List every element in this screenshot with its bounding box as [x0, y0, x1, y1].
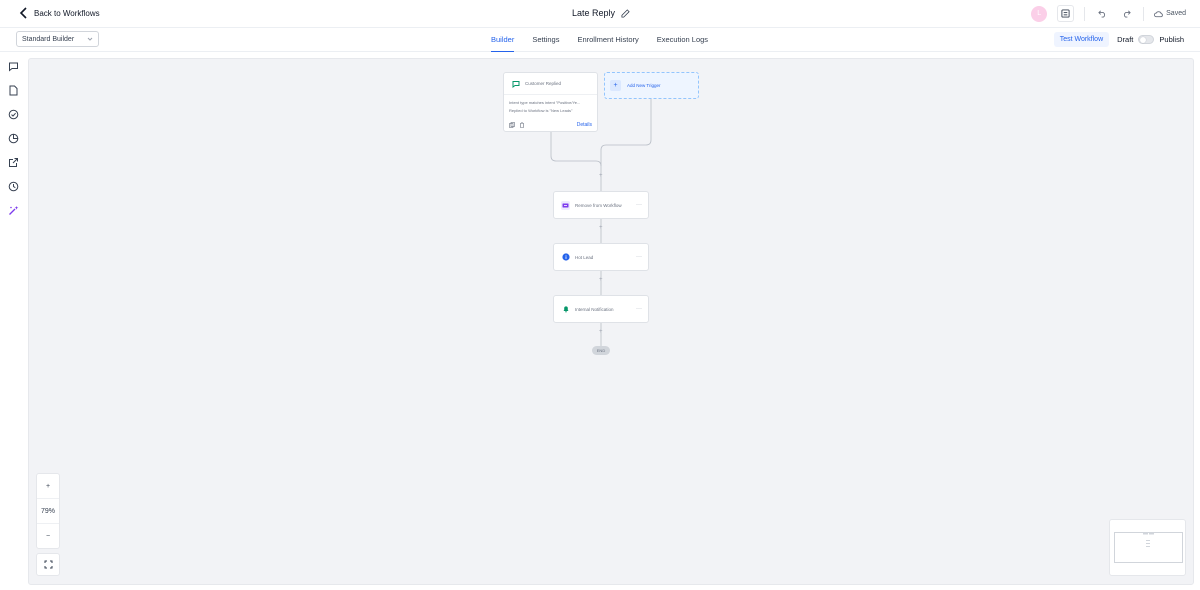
zoom-controls: + 79% − [36, 473, 60, 549]
zoom-in-button[interactable]: + [37, 474, 59, 499]
trigger-condition-2: Replied to Workflow is "New Leads" [509, 108, 573, 113]
tabs: Builder Settings Enrollment History Exec… [491, 28, 708, 52]
tab-settings[interactable]: Settings [532, 28, 559, 51]
more-options-icon[interactable]: ··· [636, 254, 642, 260]
details-link[interactable]: Details [577, 122, 592, 128]
add-step-plus-icon[interactable]: + [599, 277, 603, 283]
undo-icon [1097, 10, 1105, 18]
external-link-icon[interactable] [8, 157, 19, 168]
expand-icon [44, 560, 52, 569]
publish-label: Publish [1159, 35, 1184, 44]
chat-reply-icon [512, 80, 520, 88]
trigger-footer: Details [509, 122, 592, 128]
saved-label: Saved [1166, 10, 1186, 17]
template-icon [1061, 9, 1070, 18]
redo-icon [1123, 10, 1131, 18]
action-node-hot-lead[interactable]: Hot Lead ··· [553, 243, 649, 271]
more-options-icon[interactable]: ··· [636, 306, 642, 312]
add-trigger-label: Add New Trigger [627, 83, 661, 88]
chevron-left-icon [19, 7, 27, 19]
add-new-trigger-button[interactable]: + Add New Trigger [604, 72, 699, 99]
trash-icon[interactable] [519, 122, 525, 128]
left-sidebar [0, 52, 28, 590]
zoom-level: 79% [37, 499, 59, 524]
action-label: Remove from Workflow [575, 202, 622, 208]
action-node-remove-from-workflow[interactable]: Remove from Workflow ··· [553, 191, 649, 219]
back-to-workflows-link[interactable]: Back to Workflows [19, 7, 100, 19]
divider [1143, 6, 1145, 21]
pencil-icon[interactable] [621, 8, 630, 18]
minimap[interactable] [1109, 519, 1186, 576]
add-step-plus-icon[interactable]: + [599, 329, 603, 335]
minimap-nodes [1143, 533, 1154, 547]
fit-view-button[interactable] [36, 553, 60, 576]
tab-execution-logs[interactable]: Execution Logs [657, 28, 708, 51]
divider [1084, 6, 1086, 21]
back-label: Back to Workflows [34, 8, 100, 18]
publish-toggle: Draft Publish [1117, 35, 1184, 44]
info-icon [561, 253, 570, 262]
remove-workflow-icon [561, 200, 570, 210]
copy-icon[interactable] [509, 122, 515, 128]
sub-bar: Standard Builder Builder Settings Enroll… [0, 28, 1200, 52]
more-options-icon[interactable]: ··· [636, 202, 642, 208]
saved-status: Saved [1154, 10, 1186, 18]
undo-button[interactable] [1095, 7, 1109, 21]
draft-label: Draft [1117, 35, 1134, 44]
publish-controls: Test Workflow Draft Publish [1053, 32, 1184, 47]
trigger-node[interactable]: Customer Replied Intent type matches int… [503, 72, 598, 132]
top-bar: Back to Workflows Late Reply L Saved [0, 0, 1200, 28]
end-marker: END [592, 346, 610, 355]
chevron-down-icon [87, 37, 93, 41]
check-circle-icon[interactable] [8, 109, 19, 120]
templates-button[interactable] [1057, 5, 1075, 22]
avatar[interactable]: L [1031, 5, 1048, 22]
history-icon[interactable] [8, 181, 19, 192]
notification-icon [561, 305, 570, 314]
trigger-conditions: Intent type matches intent "Positive/Ye.… [504, 95, 597, 119]
add-step-plus-icon[interactable]: + [599, 173, 603, 179]
redo-button[interactable] [1119, 7, 1133, 21]
trigger-header: Customer Replied [504, 73, 597, 95]
trigger-condition-1: Intent type matches intent "Positive/Ye.… [509, 100, 581, 105]
cloud-icon [1154, 10, 1163, 17]
action-label: Internal Notification [575, 306, 614, 312]
add-step-plus-icon[interactable]: + [599, 225, 603, 231]
magic-wand-icon[interactable] [8, 205, 19, 216]
tab-enrollment-history[interactable]: Enrollment History [577, 28, 638, 51]
action-node-internal-notification[interactable]: Internal Notification ··· [553, 295, 649, 323]
test-workflow-button[interactable]: Test Workflow [1053, 32, 1110, 47]
builder-select[interactable]: Standard Builder [16, 31, 99, 47]
pie-chart-icon[interactable] [8, 133, 19, 144]
top-right-actions: L Saved [1031, 5, 1186, 22]
workflow-title-text: Late Reply [572, 8, 616, 18]
publish-switch[interactable] [1138, 35, 1155, 44]
document-icon[interactable] [8, 85, 19, 96]
trigger-title: Customer Replied [525, 81, 562, 86]
zoom-out-button[interactable]: − [37, 524, 59, 549]
plus-icon: + [610, 80, 621, 91]
builder-select-value: Standard Builder [22, 35, 75, 43]
action-label: Hot Lead [575, 254, 594, 260]
workflow-title: Late Reply [572, 8, 630, 18]
chat-icon[interactable] [8, 61, 19, 72]
tab-builder[interactable]: Builder [491, 28, 515, 52]
